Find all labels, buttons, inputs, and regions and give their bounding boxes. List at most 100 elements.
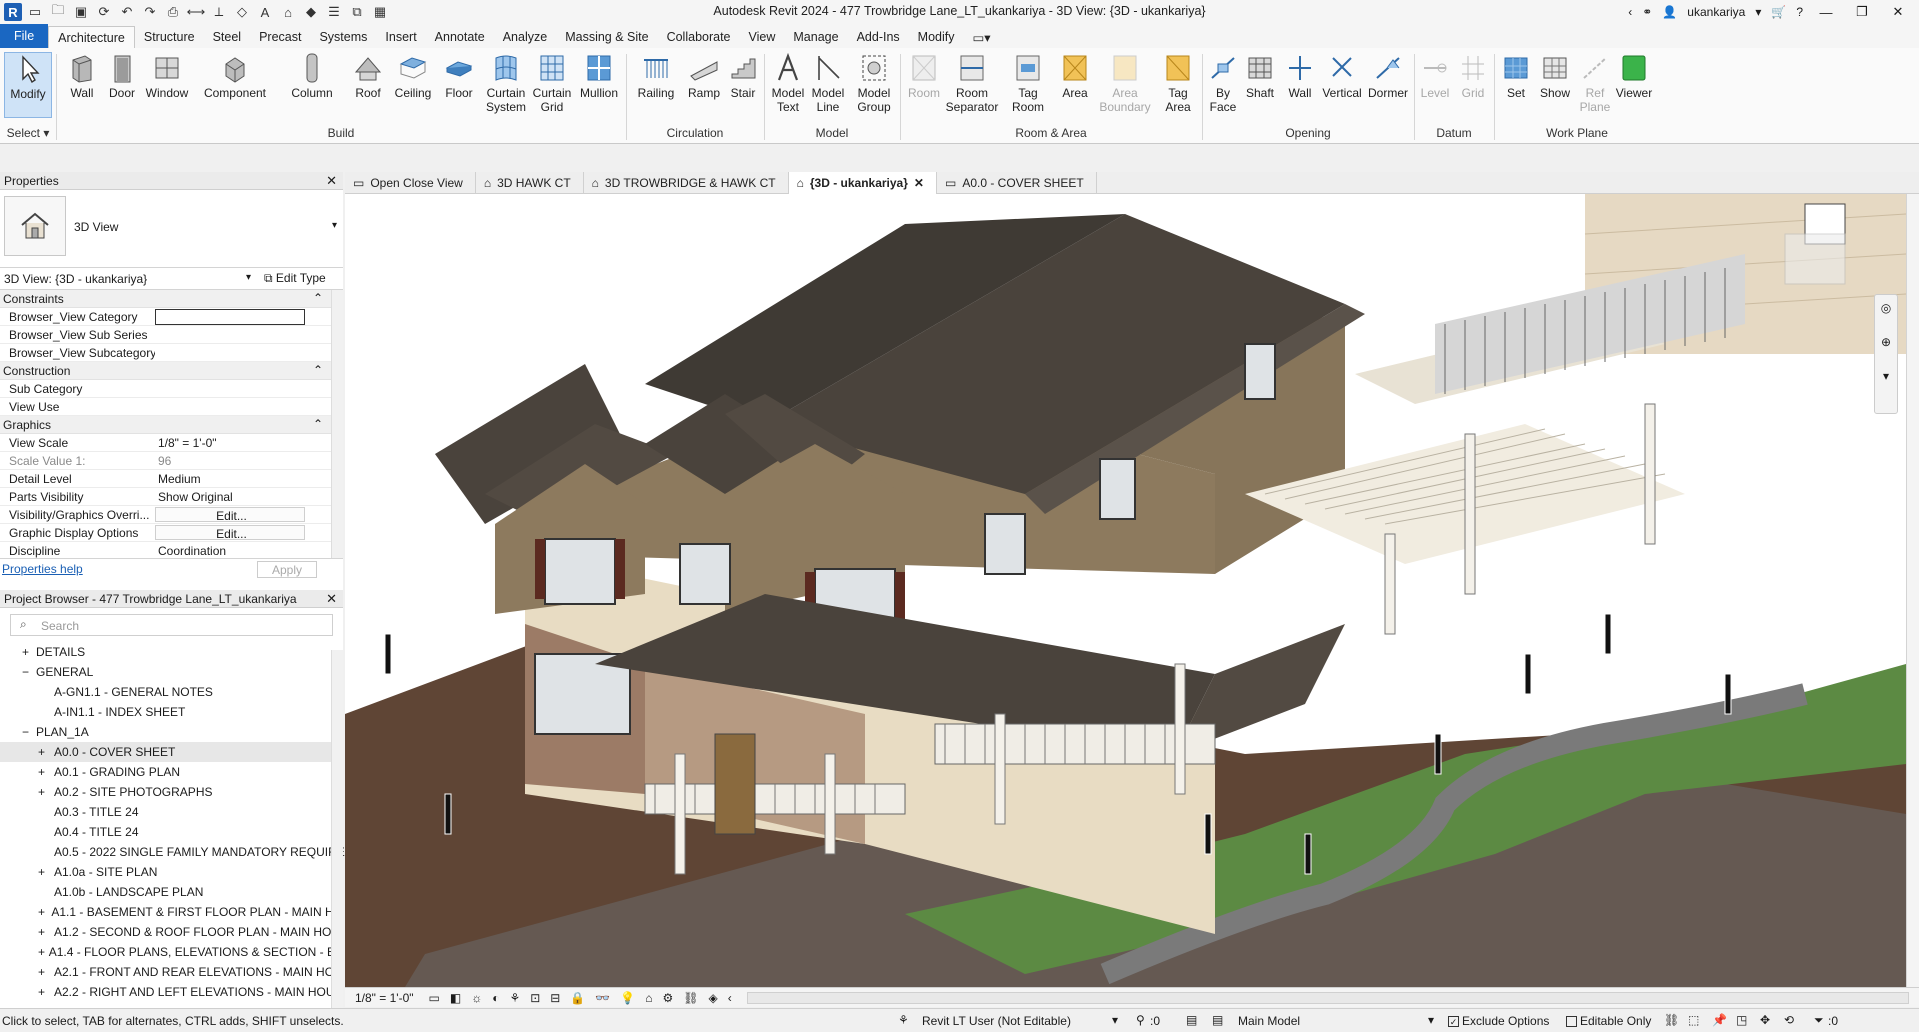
nav-dropdown-icon[interactable]: ▾	[1875, 349, 1897, 383]
design-options-icon[interactable]: ▤	[1186, 1013, 1197, 1027]
view-tab-active[interactable]: ⌂ {3D - ukankariya} ✕	[788, 172, 937, 194]
tag-icon[interactable]: ◇	[232, 3, 252, 21]
expand-icon[interactable]: +	[38, 945, 49, 959]
view-scale-control[interactable]: 1/8" = 1'-0"	[345, 991, 424, 1005]
tree-node-sheet[interactable]: A1.0b - LANDSCAPE PLAN	[0, 882, 343, 902]
component-tool[interactable]: Component	[200, 52, 270, 100]
floor-tool[interactable]: Floor	[441, 52, 477, 100]
expand-icon[interactable]: +	[38, 985, 54, 999]
collapse-icon[interactable]: ⌃	[313, 291, 323, 305]
select-pinned-icon[interactable]: 📌	[1712, 1013, 1727, 1027]
highlight-displacement-icon[interactable]: ◈	[703, 991, 722, 1005]
collapse-icon[interactable]: ⌃	[313, 363, 323, 377]
tab-massing-site[interactable]: Massing & Site	[556, 26, 657, 48]
expand-icon[interactable]: +	[38, 865, 54, 879]
binoculars-icon[interactable]: ⚭	[1642, 5, 1652, 19]
properties-scrollbar[interactable]	[331, 290, 343, 558]
area-tool[interactable]: Area	[1056, 52, 1094, 100]
editing-requests-icon[interactable]: ⚲	[1136, 1013, 1145, 1027]
discipline-value[interactable]: Coordination	[155, 542, 305, 558]
tree-node-sheet[interactable]: A0.5 - 2022 SINGLE FAMILY MANDATORY REQU…	[0, 842, 345, 862]
prop-value[interactable]	[155, 398, 305, 415]
wall-opening-tool[interactable]: Wall	[1282, 52, 1318, 100]
thin-lines-icon[interactable]: ☰	[324, 3, 344, 21]
collapse-icon[interactable]: ⌃	[313, 417, 323, 431]
window-tool[interactable]: Window	[143, 52, 191, 100]
column-tool[interactable]: Column	[288, 52, 336, 100]
measure-icon[interactable]: ⟷	[186, 3, 206, 21]
exclude-options-toggle[interactable]: ✓ Exclude Options	[1448, 1014, 1549, 1028]
viewport-vertical-scrollbar[interactable]	[1906, 194, 1919, 987]
detail-level-value[interactable]: Medium	[155, 470, 305, 487]
tree-node-sheet[interactable]: + A1.2 - SECOND & ROOF FLOOR PLAN - MAIN …	[0, 922, 343, 942]
tab-annotate[interactable]: Annotate	[426, 26, 494, 48]
close-icon[interactable]: ✕	[326, 173, 337, 189]
temporary-hide-icon[interactable]: 👓	[590, 991, 615, 1005]
tree-node-sheet[interactable]: + A0.1 - GRADING PLAN	[0, 762, 343, 782]
properties-help-link[interactable]: Properties help	[2, 562, 83, 576]
prop-value[interactable]	[155, 344, 305, 361]
reveal-hidden-icon[interactable]: 💡	[615, 991, 640, 1005]
view-tab[interactable]: ⌂ 3D TROWBRIDGE & HAWK CT	[584, 172, 789, 194]
rendering-icon[interactable]: ⚘	[504, 991, 525, 1005]
show-analytical-icon[interactable]: ‹	[723, 991, 737, 1005]
help-icon[interactable]: ?	[1796, 5, 1803, 19]
open-icon[interactable]: ▭	[25, 3, 45, 21]
prop-value[interactable]	[155, 380, 305, 397]
group-constraints[interactable]: Constraints ⌃	[0, 290, 343, 308]
gd-edit-button[interactable]: Edit...	[155, 525, 305, 540]
tree-node-sheet[interactable]: + A1.0a - SITE PLAN	[0, 862, 343, 882]
tab-structure[interactable]: Structure	[135, 26, 204, 48]
instance-dropdown-icon[interactable]: ▾	[246, 272, 251, 283]
viewer-tool[interactable]: Viewer	[1612, 52, 1656, 100]
workset-selector[interactable]: Revit LT User (Not Editable)	[922, 1014, 1071, 1028]
railing-tool[interactable]: Railing	[636, 52, 676, 100]
parts-visibility-value[interactable]: Show Original	[155, 488, 305, 505]
ramp-tool[interactable]: Ramp	[684, 52, 724, 100]
close-inactive-views-icon[interactable]: ⧉	[347, 3, 367, 21]
visual-style-icon[interactable]: ◧	[445, 991, 466, 1005]
drag-elements-icon[interactable]: ✥	[1760, 1013, 1770, 1027]
set-workplane-tool[interactable]: Set	[1500, 52, 1532, 100]
background-process-icon[interactable]: ⟲	[1784, 1013, 1794, 1027]
close-icon[interactable]: ✕	[326, 591, 337, 607]
stair-tool[interactable]: Stair	[726, 52, 760, 100]
type-selector[interactable]: 3D View ▾	[0, 190, 343, 268]
modify-tool[interactable]: Modify	[4, 52, 52, 118]
section-icon[interactable]: ◆	[301, 3, 321, 21]
undo-icon[interactable]: ↶	[117, 3, 137, 21]
browser-scrollbar[interactable]	[331, 650, 343, 1015]
tree-node-sheet[interactable]: A-GN1.1 - GENERAL NOTES	[0, 682, 343, 702]
expand-icon[interactable]: +	[38, 905, 51, 919]
open-folder-icon[interactable]: 🗀	[48, 2, 68, 21]
checkbox-checked[interactable]: ✓	[1448, 1015, 1459, 1027]
revit-logo-icon[interactable]: R	[4, 3, 22, 21]
tab-architecture[interactable]: Architecture	[48, 26, 135, 48]
level-tool[interactable]: Level	[1418, 52, 1452, 100]
tree-node-sheet-selected[interactable]: + A0.0 - COVER SHEET	[0, 742, 343, 762]
design-option-selector[interactable]: Main Model	[1238, 1014, 1300, 1028]
workset-dropdown-icon[interactable]: ▾	[1112, 1013, 1118, 1027]
detail-level-icon[interactable]: ▭	[424, 991, 445, 1005]
tab-file[interactable]: File	[0, 24, 49, 48]
dormer-tool[interactable]: Dormer	[1364, 52, 1412, 100]
user-name[interactable]: ukankariya	[1687, 5, 1745, 19]
curtain-grid-tool[interactable]: Curtain Grid	[530, 52, 574, 114]
tab-manage[interactable]: Manage	[784, 26, 847, 48]
tab-collaborate[interactable]: Collaborate	[658, 26, 740, 48]
browser-search-input[interactable]: ⌕ Search	[10, 614, 333, 636]
editable-only-toggle[interactable]: Editable Only	[1566, 1014, 1651, 1028]
collapse-icon[interactable]: −	[22, 665, 36, 679]
tree-node-general[interactable]: − GENERAL	[0, 662, 343, 682]
sun-path-icon[interactable]: ☼	[466, 991, 487, 1005]
expand-icon[interactable]: +	[38, 965, 54, 979]
expand-icon[interactable]: +	[38, 925, 54, 939]
expand-icon[interactable]: +	[38, 785, 54, 799]
type-dropdown-icon[interactable]: ▾	[332, 220, 337, 231]
expand-icon[interactable]: +	[38, 745, 54, 759]
restore-button[interactable]: ❐	[1849, 4, 1875, 20]
text-icon[interactable]: A	[255, 3, 275, 21]
tag-area-tool[interactable]: Tag Area	[1158, 52, 1198, 114]
grid-tool[interactable]: Grid	[1456, 52, 1490, 100]
ribbon-options-dropdown[interactable]: ▭▾	[964, 26, 1000, 48]
